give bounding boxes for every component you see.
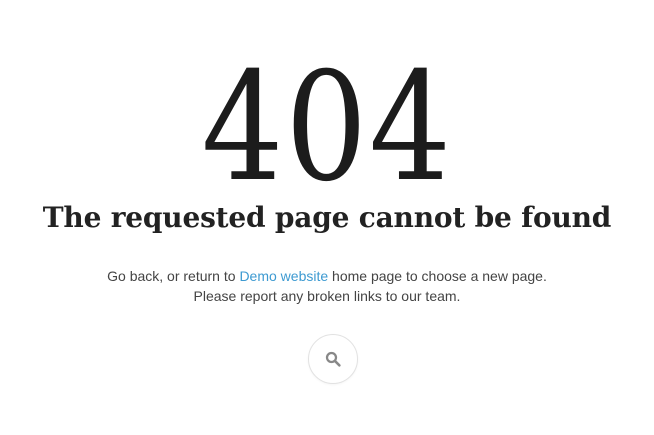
search-button[interactable]: [308, 334, 358, 384]
error-code: 404: [0, 48, 654, 208]
demo-website-link[interactable]: Demo website: [239, 268, 328, 284]
message-line-1-after: home page to choose a new page.: [328, 268, 547, 284]
error-page: 404 The requested page cannot be found G…: [0, 0, 654, 435]
search-icon: [324, 350, 342, 368]
error-code-text: 404: [201, 41, 453, 215]
message-line-1-before: Go back, or return to: [107, 268, 240, 284]
message-line-1: Go back, or return to Demo website home …: [0, 266, 654, 286]
message-line-2: Please report any broken links to our te…: [193, 288, 461, 304]
error-title: The requested page cannot be found: [42, 201, 612, 234]
error-message: Go back, or return to Demo website home …: [0, 266, 654, 306]
